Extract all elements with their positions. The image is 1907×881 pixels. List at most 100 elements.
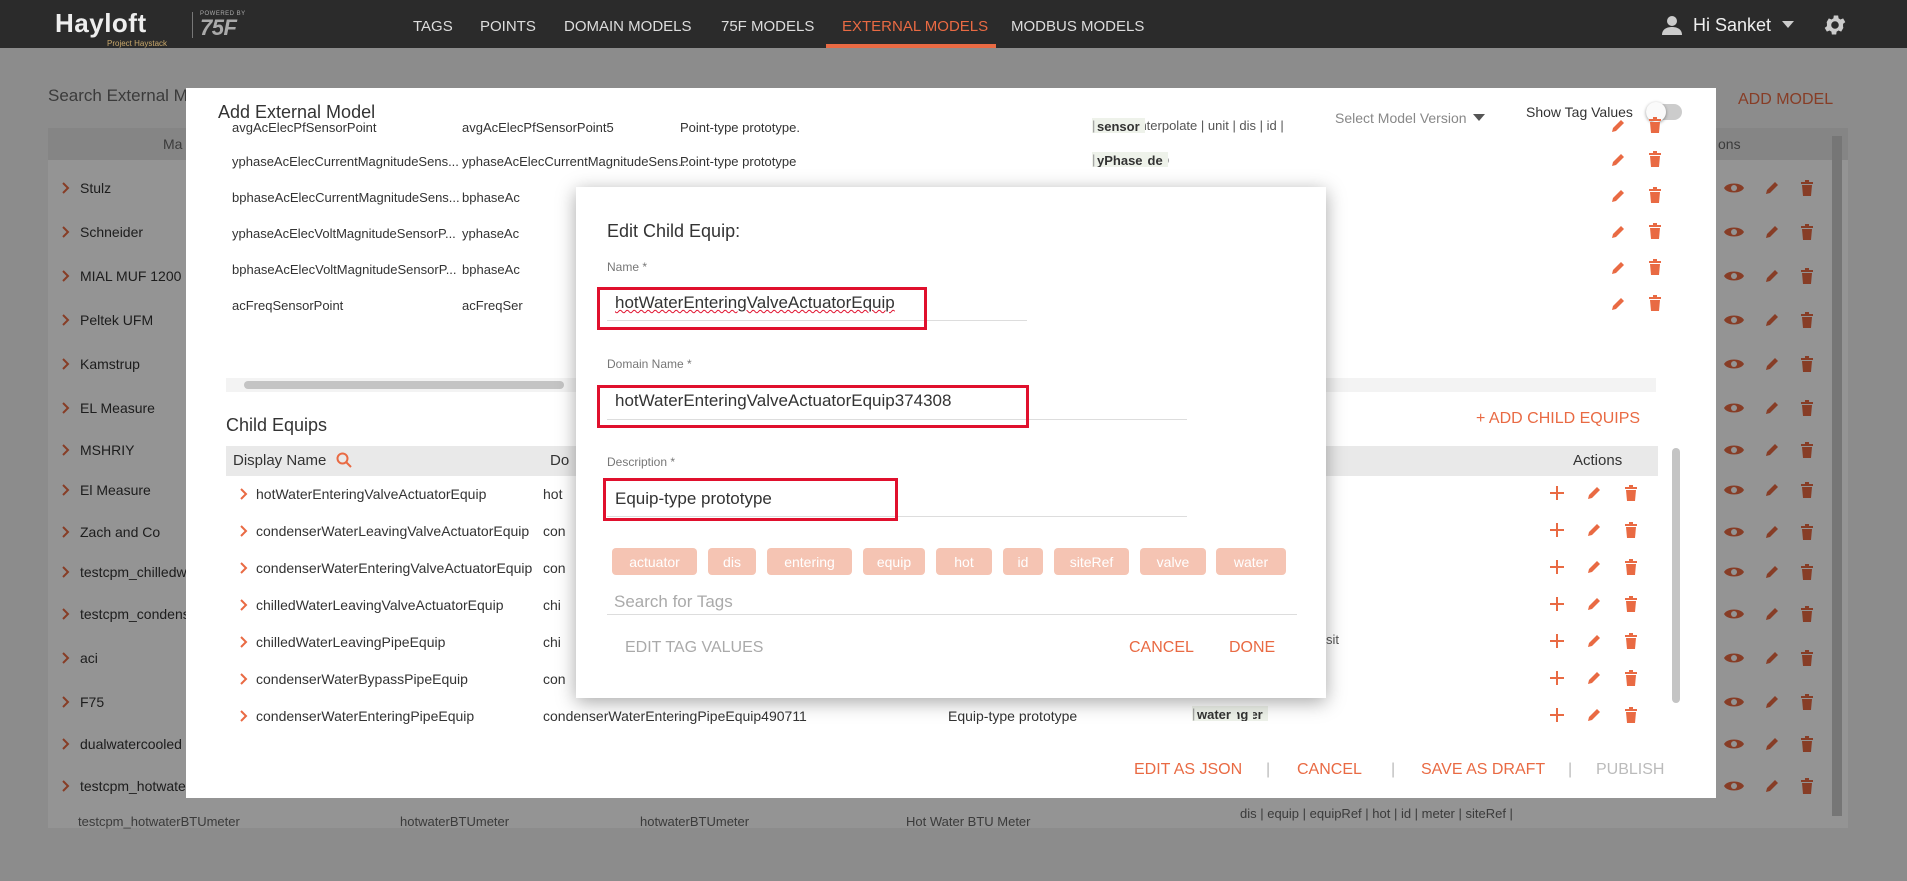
trash-icon[interactable] [1648, 223, 1662, 239]
dialog-done-button[interactable]: DONE [1229, 639, 1275, 657]
modal-vscroll[interactable] [1670, 118, 1682, 818]
gear-icon[interactable] [1822, 12, 1848, 38]
trash-icon[interactable] [1624, 559, 1638, 575]
chevron-right-icon[interactable] [240, 562, 248, 574]
trash-icon[interactable] [1648, 117, 1662, 133]
tag-chip[interactable]: siteRef [1054, 548, 1129, 575]
tag-separator: | [1192, 706, 1196, 721]
dialog-cancel-button[interactable]: CANCEL [1129, 639, 1194, 657]
nav-tags[interactable]: TAGS [413, 18, 453, 35]
points-hscroll-thumb[interactable] [244, 381, 564, 389]
chevron-right-icon[interactable] [240, 525, 248, 537]
trash-icon[interactable] [1648, 295, 1662, 311]
tag-chip[interactable]: actuator [612, 548, 697, 575]
child-equip-domain: hot [543, 486, 563, 502]
tag-chip[interactable]: id [1003, 548, 1043, 575]
col-domain-partial: Do [550, 452, 570, 469]
name-highlight [597, 287, 927, 330]
pencil-icon[interactable] [1610, 224, 1626, 240]
nav-domain-models[interactable]: DOMAIN MODELS [564, 18, 692, 35]
pencil-icon[interactable] [1610, 260, 1626, 276]
plus-icon[interactable] [1550, 671, 1564, 685]
save-as-draft-button[interactable]: SAVE AS DRAFT [1421, 761, 1545, 779]
pencil-icon[interactable] [1586, 485, 1602, 501]
pencil-icon[interactable] [1586, 522, 1602, 538]
plus-icon[interactable] [1550, 523, 1564, 537]
point-domain-name: avgAcElecPfSensorPoint5 [462, 120, 614, 135]
nav-modbus-models[interactable]: MODBUS MODELS [1011, 18, 1144, 35]
pencil-icon[interactable] [1610, 188, 1626, 204]
pencil-icon[interactable] [1586, 670, 1602, 686]
tag-separator: | [1092, 118, 1096, 133]
tag-separator: | [1092, 152, 1096, 167]
chevron-right-icon[interactable] [240, 673, 248, 685]
footer-divider: | [1568, 761, 1573, 778]
edit-tag-values-button[interactable]: EDIT TAG VALUES [625, 639, 763, 657]
nav-external-models[interactable]: EXTERNAL MODELS [842, 18, 988, 35]
point-description: Point-type prototype. [680, 120, 800, 135]
tag-chip: yPhase [1092, 152, 1148, 167]
description-label: Description * [607, 455, 676, 469]
tag-chip[interactable]: dis [708, 548, 756, 575]
tag-chip[interactable]: equip [863, 548, 925, 575]
trash-icon[interactable] [1624, 670, 1638, 686]
tag-search-input[interactable]: Search for Tags [614, 592, 733, 612]
point-name: bphaseAcElecCurrentMagnitudeSens... [232, 190, 460, 205]
top-navbar: Hayloft Project Haystack POWERED BY 75F … [0, 0, 1907, 48]
pencil-icon[interactable] [1610, 296, 1626, 312]
pencil-icon[interactable] [1610, 118, 1626, 134]
plus-icon[interactable] [1550, 486, 1564, 500]
edit-as-json-button[interactable]: EDIT AS JSON [1134, 761, 1242, 779]
child-equip-name: hotWaterEnteringValveActuatorEquip [256, 486, 487, 502]
trash-icon[interactable] [1648, 187, 1662, 203]
user-menu[interactable]: Hi Sanket [1661, 14, 1795, 36]
point-tags: ac|avg|elec|pf|point|sensor|his | hisInt… [1092, 118, 1486, 133]
chevron-right-icon[interactable] [240, 599, 248, 611]
user-icon [1661, 14, 1683, 36]
point-row[interactable]: avgAcElecPfSensorPoint avgAcElecPfSensorP… [226, 114, 1661, 150]
logo-subtitle: Project Haystack [107, 39, 168, 48]
point-tags: ac|current|elec|magnitude|point|sensor|y… [1092, 152, 1486, 167]
plus-icon[interactable] [1550, 634, 1564, 648]
plus-icon[interactable] [1550, 560, 1564, 574]
add-child-equips-button[interactable]: + ADD CHILD EQUIPS [1476, 410, 1640, 428]
plus-icon[interactable] [1550, 708, 1564, 722]
pencil-icon[interactable] [1586, 633, 1602, 649]
tag-search-underline [607, 614, 1297, 615]
plus-icon[interactable] [1550, 597, 1564, 611]
search-icon[interactable] [336, 452, 352, 468]
trash-icon[interactable] [1624, 522, 1638, 538]
pencil-icon[interactable] [1586, 596, 1602, 612]
pencil-icon[interactable] [1610, 152, 1626, 168]
tag-chip[interactable]: water [1216, 548, 1286, 575]
point-row[interactable]: yphaseAcElecCurrentMagnitudeSens... yphas… [226, 148, 1661, 184]
trash-icon[interactable] [1648, 151, 1662, 167]
trash-icon[interactable] [1624, 707, 1638, 723]
child-equip-row[interactable]: condenserWaterEnteringPipeEquip condenser… [226, 702, 1658, 738]
point-domain-name: bphaseAc [462, 190, 520, 205]
point-name: yphaseAcElecCurrentMagnitudeSens... [232, 154, 459, 169]
trash-icon[interactable] [1624, 596, 1638, 612]
trash-icon[interactable] [1624, 633, 1638, 649]
publish-button[interactable]: PUBLISH [1596, 761, 1664, 779]
nav-points[interactable]: POINTS [480, 18, 536, 35]
pencil-icon[interactable] [1586, 707, 1602, 723]
tag-chip[interactable]: valve [1140, 548, 1206, 575]
nav-75f-models[interactable]: 75F MODELS [721, 18, 814, 35]
chevron-right-icon[interactable] [240, 636, 248, 648]
child-equip-name: chilledWaterLeavingValveActuatorEquip [256, 597, 504, 613]
trash-icon[interactable] [1648, 259, 1662, 275]
pencil-icon[interactable] [1586, 559, 1602, 575]
modal-vscroll-thumb[interactable] [1672, 448, 1680, 703]
description-highlight [603, 478, 898, 521]
hayloft-logo[interactable]: Hayloft Project Haystack [55, 8, 167, 48]
child-equip-domain: con [543, 560, 566, 576]
modal-cancel-button[interactable]: CANCEL [1297, 761, 1362, 779]
tag-chip[interactable]: hot [936, 548, 992, 575]
chevron-right-icon[interactable] [240, 710, 248, 722]
chevron-right-icon[interactable] [240, 488, 248, 500]
trash-icon[interactable] [1624, 485, 1638, 501]
child-equip-domain: chi [543, 634, 561, 650]
tag-chip[interactable]: entering [767, 548, 852, 575]
child-equip-name: condenserWaterBypassPipeEquip [256, 671, 468, 687]
